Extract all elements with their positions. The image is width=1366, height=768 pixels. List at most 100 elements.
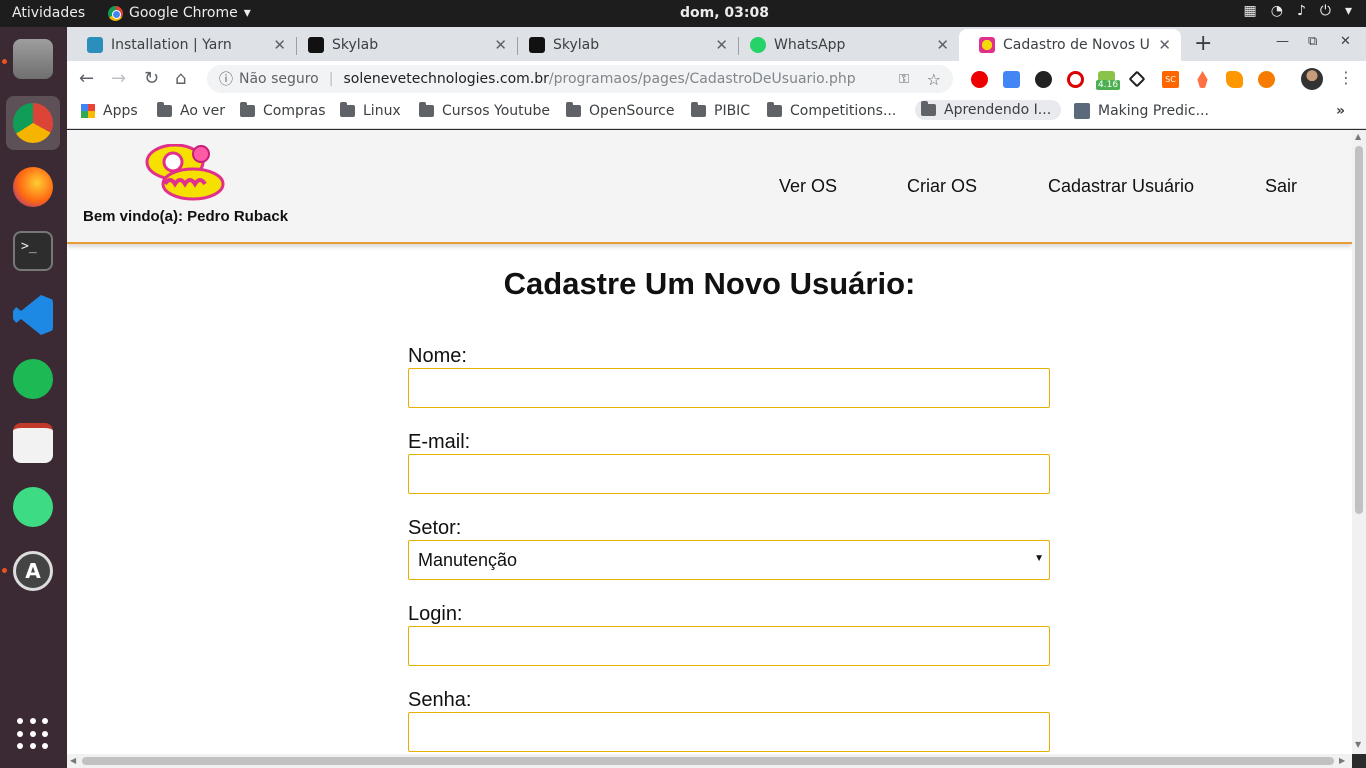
setor-select[interactable]: Manutenção ▼ (408, 540, 1050, 580)
tab-title: WhatsApp (774, 37, 846, 53)
dock-terminal[interactable]: >_ (6, 224, 60, 278)
key-icon[interactable]: ⚿ (899, 72, 909, 87)
dock-android-studio[interactable] (6, 480, 60, 534)
setor-selected-value: Manutenção (418, 549, 518, 570)
orange-extension-icon[interactable] (1226, 71, 1243, 88)
tab-cadastro[interactable]: Cadastro de Novos Usu ✕ (959, 29, 1181, 61)
page-favicon-icon (1074, 103, 1090, 119)
setor-label: Setor: (408, 517, 462, 539)
bookmark-linux[interactable]: Linux (340, 102, 401, 119)
app-menu[interactable]: Google Chrome ▾ (108, 5, 251, 21)
power-icon[interactable]: ⏻ (1320, 3, 1331, 19)
tab-whatsapp[interactable]: WhatsApp ✕ (730, 29, 959, 61)
scroll-left-arrow-icon[interactable]: ◀ (70, 756, 76, 765)
info-icon[interactable]: ⓘ (219, 69, 233, 89)
bookmark-making-predictions[interactable]: Making Predic... (1074, 103, 1209, 119)
bookmark-star-icon[interactable]: ☆ (927, 70, 941, 89)
volume-icon[interactable]: ♪ (1297, 3, 1306, 19)
translate-extension-icon[interactable] (1003, 71, 1020, 88)
forward-button[interactable]: → (111, 68, 126, 89)
email-input[interactable] (408, 454, 1050, 494)
scroll-down-arrow-icon[interactable]: ▼ (1355, 740, 1361, 749)
bookmark-pibic[interactable]: PIBIC (691, 102, 750, 119)
horizontal-scrollbar[interactable]: ◀ ▶ (67, 754, 1352, 768)
bookmark-aprendendo[interactable]: Aprendendo I... (915, 100, 1062, 120)
folder-icon (419, 102, 434, 117)
scroll-up-arrow-icon[interactable]: ▲ (1355, 132, 1361, 141)
honey-extension-icon[interactable] (1258, 71, 1275, 88)
tab-yarn[interactable]: Installation | Yarn ✕ (67, 29, 296, 61)
bookmark-ao-ver[interactable]: Ao ver (157, 102, 225, 119)
wifi-icon[interactable]: ◔ (1271, 3, 1283, 19)
document-viewer-icon (13, 423, 53, 463)
home-button[interactable]: ⌂ (175, 68, 186, 89)
bookmark-apps[interactable]: Apps (81, 103, 138, 119)
login-input[interactable] (408, 626, 1050, 666)
bookmark-compras[interactable]: Compras (240, 102, 326, 119)
folder-icon (767, 102, 782, 117)
workspace-icon[interactable]: ▦ (1244, 3, 1257, 19)
close-window-button[interactable]: ✕ (1340, 34, 1351, 49)
dock-vscode[interactable] (6, 288, 60, 342)
block-extension-icon[interactable] (1067, 71, 1084, 88)
horizontal-scroll-thumb[interactable] (82, 757, 1334, 765)
folder-icon (691, 102, 706, 117)
vertical-scrollbar[interactable]: ▲ ▼ (1352, 130, 1366, 754)
site-header: Bem vindo(a): Pedro Ruback Ver OS Criar … (67, 130, 1352, 244)
sol-neve-logo[interactable] (145, 144, 227, 204)
browser-toolbar: ← → ↻ ⌂ ⓘ Não seguro | solenevetechnolog… (67, 61, 1366, 97)
close-icon[interactable]: ✕ (494, 36, 507, 54)
nav-ver-os[interactable]: Ver OS (779, 176, 837, 197)
nav-sair[interactable]: Sair (1265, 176, 1297, 197)
address-bar[interactable]: ⓘ Não seguro | solenevetechnologies.com.… (207, 65, 953, 93)
sc-extension-icon[interactable]: SC (1162, 71, 1179, 88)
restore-button[interactable]: ⧉ (1308, 34, 1317, 49)
activities-button[interactable]: Atividades (12, 5, 85, 21)
close-icon[interactable]: ✕ (715, 36, 728, 54)
nav-criar-os[interactable]: Criar OS (907, 176, 977, 197)
dock-chrome[interactable] (6, 96, 60, 150)
nome-input[interactable] (408, 368, 1050, 408)
bookmark-competitions[interactable]: Competitions... (767, 102, 896, 119)
vertical-scroll-thumb[interactable] (1355, 146, 1363, 514)
senha-input[interactable] (408, 712, 1050, 752)
dropdown-arrow-icon: ▼ (1034, 553, 1044, 564)
files-icon (13, 39, 53, 79)
more-bookmarks-icon[interactable]: » (1336, 103, 1345, 119)
vscode-icon (13, 295, 53, 335)
chrome-icon (108, 5, 123, 21)
minimize-button[interactable]: — (1276, 34, 1289, 49)
dock-spotify[interactable] (6, 352, 60, 406)
fire-extension-icon[interactable] (1197, 71, 1208, 88)
system-tray[interactable]: ▦ ◔ ♪ ⏻ ▾ (1244, 3, 1353, 19)
dock-document-viewer[interactable] (6, 416, 60, 470)
new-tab-button[interactable]: + (1194, 31, 1212, 56)
menu-kebab-icon[interactable]: ⋮ (1338, 68, 1354, 87)
scroll-right-arrow-icon[interactable]: ▶ (1339, 756, 1345, 765)
back-button[interactable]: ← (79, 68, 94, 89)
diamond-extension-icon[interactable] (1128, 70, 1146, 88)
download-extension-icon[interactable] (1035, 71, 1052, 88)
close-icon[interactable]: ✕ (936, 36, 949, 54)
security-label[interactable]: Não seguro (239, 71, 319, 87)
chevron-down-icon[interactable]: ▾ (1345, 3, 1352, 19)
profile-avatar[interactable] (1301, 68, 1323, 90)
nav-cadastrar-usuario[interactable]: Cadastrar Usuário (1048, 176, 1194, 197)
tab-skylab-1[interactable]: Skylab ✕ (288, 29, 517, 61)
reload-button[interactable]: ↻ (144, 68, 159, 89)
close-icon[interactable]: ✕ (1158, 36, 1171, 54)
bookmark-cursos-youtube[interactable]: Cursos Youtube (419, 102, 550, 119)
firefox-icon (13, 167, 53, 207)
opera-extension-icon[interactable] (971, 71, 988, 88)
clock[interactable]: dom, 03:08 (680, 5, 769, 21)
tab-skylab-2[interactable]: Skylab ✕ (509, 29, 738, 61)
bookmark-opensource[interactable]: OpenSource (566, 102, 674, 119)
web-page: Bem vindo(a): Pedro Ruback Ver OS Criar … (67, 130, 1352, 754)
software-updater-icon: A (13, 551, 53, 591)
dock-software-updater[interactable]: A (6, 544, 60, 598)
show-applications-button[interactable] (6, 707, 60, 761)
dock-files[interactable] (6, 32, 60, 86)
dock-firefox[interactable] (6, 160, 60, 214)
close-icon[interactable]: ✕ (273, 36, 286, 54)
dock: >_ A (0, 27, 67, 768)
